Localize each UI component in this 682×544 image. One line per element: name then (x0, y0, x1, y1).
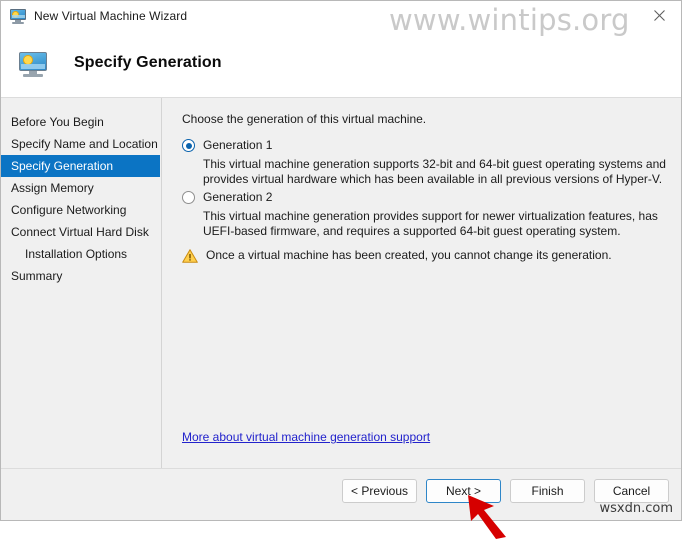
sidebar-item-before-you-begin[interactable]: Before You Begin (1, 111, 161, 133)
wizard-body: Before You Begin Specify Name and Locati… (1, 98, 681, 468)
generation-2-radio[interactable] (182, 191, 195, 204)
generation-2-label: Generation 2 (203, 190, 273, 204)
title-bar: New Virtual Machine Wizard (1, 1, 681, 30)
generation-2-description: This virtual machine generation provides… (203, 209, 658, 238)
virtual-machine-monitor-icon (10, 8, 26, 24)
window-title: New Virtual Machine Wizard (34, 8, 188, 23)
cancel-button[interactable]: Cancel (594, 479, 669, 503)
generation-1-radio[interactable] (182, 139, 195, 152)
sidebar-item-installation-options[interactable]: Installation Options (1, 243, 161, 265)
generation-1-radio-row[interactable]: Generation 1 (182, 138, 272, 152)
sidebar-item-specify-generation[interactable]: Specify Generation (1, 155, 160, 177)
generation-1-description: This virtual machine generation supports… (203, 157, 666, 186)
intro-text: Choose the generation of this virtual ma… (182, 112, 427, 126)
sidebar-item-assign-memory[interactable]: Assign Memory (1, 177, 161, 199)
new-virtual-machine-wizard-window: New Virtual Machine Wizard Specify Gener… (0, 0, 682, 539)
sidebar-item-connect-virtual-hard-disk[interactable]: Connect Virtual Hard Disk (1, 221, 161, 243)
wizard-main-panel: Choose the generation of this virtual ma… (163, 98, 681, 468)
generation-2-radio-row[interactable]: Generation 2 (182, 190, 272, 204)
finish-button[interactable]: Finish (510, 479, 585, 503)
page-header: Specify Generation (1, 30, 681, 98)
previous-button[interactable]: < Previous (342, 479, 417, 503)
virtual-machine-monitor-icon (19, 52, 47, 77)
footer-button-row: < Previous Next > Finish Cancel (342, 479, 669, 503)
sidebar-item-summary[interactable]: Summary (1, 265, 161, 287)
close-icon[interactable] (637, 1, 681, 29)
sidebar-item-specify-name-and-location[interactable]: Specify Name and Location (1, 133, 161, 155)
more-about-generation-link[interactable]: More about virtual machine generation su… (182, 430, 430, 444)
generation-1-label: Generation 1 (203, 138, 273, 152)
next-button[interactable]: Next > (426, 479, 501, 503)
wizard-steps-sidebar: Before You Begin Specify Name and Locati… (1, 98, 162, 468)
wizard-footer: < Previous Next > Finish Cancel (1, 468, 681, 520)
sidebar-item-configure-networking[interactable]: Configure Networking (1, 199, 161, 221)
generation-warning: Once a virtual machine has been created,… (182, 248, 612, 263)
warning-triangle-icon (182, 249, 198, 263)
page-title: Specify Generation (74, 54, 222, 71)
warning-text: Once a virtual machine has been created,… (206, 248, 612, 262)
